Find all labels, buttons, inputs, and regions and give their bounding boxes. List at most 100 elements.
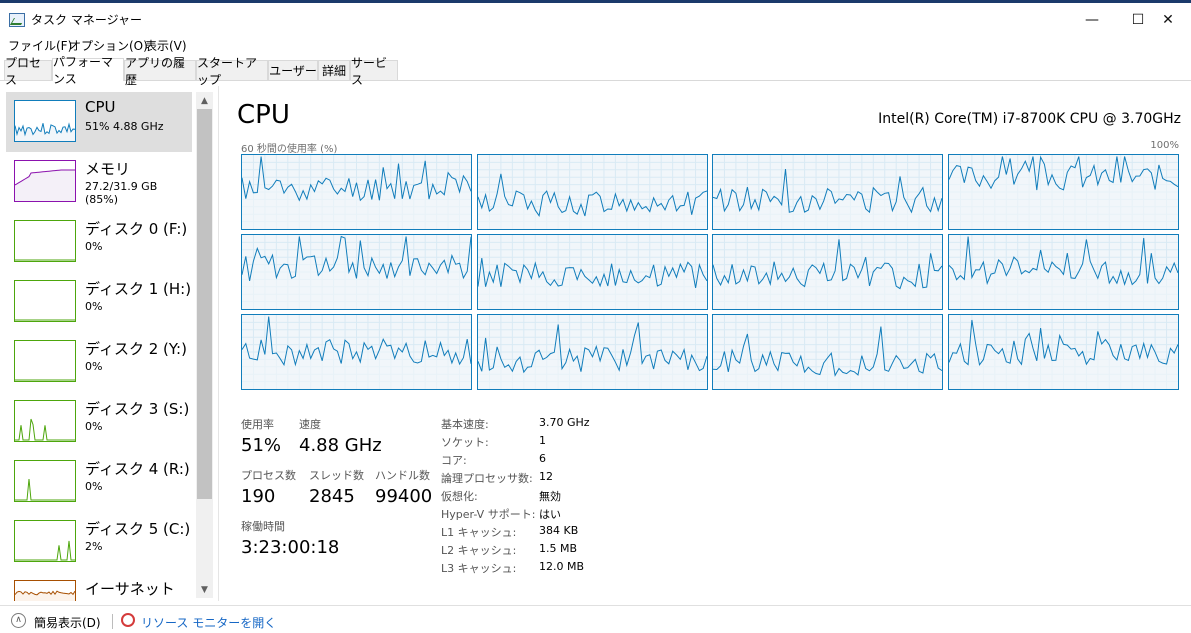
- logical-processor-graph: [241, 234, 472, 310]
- spec-label: 仮想化:: [441, 490, 478, 503]
- resource-monitor-link[interactable]: リソース モニターを開く: [141, 614, 276, 631]
- sidebar-item-disk-empty[interactable]: ディスク 1 (H:) 0%: [6, 272, 192, 332]
- spec-value: はい: [539, 508, 561, 521]
- sidebar-thumbnail-graph: [14, 460, 76, 502]
- logical-processor-graphs: [241, 154, 1181, 391]
- fewer-details-button[interactable]: 簡易表示(D): [34, 614, 101, 631]
- cpu-model: Intel(R) Core(TM) i7-8700K CPU @ 3.70GHz: [878, 111, 1181, 127]
- sidebar-item-value: 27.2/31.9 GB (85%): [85, 180, 158, 206]
- sidebar-item-label: イーサネット: [85, 580, 175, 598]
- chevron-up-circle-icon[interactable]: ∧: [11, 613, 26, 628]
- sidebar-item-disk-two[interactable]: ディスク 5 (C:) 2%: [6, 512, 192, 572]
- footer: ∧ 簡易表示(D) リソース モニターを開く: [0, 605, 1191, 633]
- spec-label: L2 キャッシュ:: [441, 544, 517, 557]
- logical-processor-graph: [947, 314, 1179, 390]
- sidebar-item-value: 0%: [85, 420, 103, 433]
- scroll-up-arrow-icon[interactable]: ▲: [196, 92, 213, 109]
- tab-details[interactable]: 詳細: [318, 60, 350, 80]
- spec-value: 384 KB: [539, 524, 579, 537]
- page-title: CPU: [237, 100, 290, 130]
- sidebar-item-value: 51% 4.88 GHz: [85, 120, 164, 133]
- sidebar-scrollbar[interactable]: ▲ ▼: [196, 92, 213, 598]
- scrollbar-thumb[interactable]: [197, 109, 212, 499]
- tab-startup[interactable]: スタートアップ: [196, 56, 268, 87]
- spec-value: 1.5 MB: [539, 542, 578, 555]
- menu-bar: ファイル(F) オプション(O) 表示(V): [0, 35, 1191, 55]
- spec-label: 論理プロセッサ数:: [441, 472, 533, 485]
- handles-label: ハンドル数: [375, 469, 430, 482]
- sidebar-item-value: 0%: [85, 300, 103, 313]
- sidebar-item-label: ディスク 4 (R:): [85, 460, 190, 478]
- speed-label: 速度: [299, 418, 321, 431]
- handles-value: 99400: [375, 486, 433, 507]
- tab-services[interactable]: サービス: [350, 56, 398, 87]
- task-manager-icon: [9, 13, 25, 27]
- tab-processes[interactable]: プロセス: [4, 56, 52, 87]
- tab-performance[interactable]: パフォーマンス: [52, 55, 124, 86]
- spec-label: L1 キャッシュ:: [441, 526, 517, 539]
- sidebar-item-disk-empty[interactable]: ディスク 0 (F:) 0%: [6, 212, 192, 272]
- menu-view[interactable]: 表示(V): [145, 37, 187, 54]
- usage-value: 51%: [241, 435, 282, 456]
- sidebar-thumbnail-graph: [14, 160, 76, 202]
- threads-value: 2845: [309, 486, 355, 507]
- scroll-down-arrow-icon[interactable]: ▼: [196, 581, 213, 598]
- spec-value: 3.70 GHz: [539, 416, 590, 429]
- sidebar-item-label: ディスク 0 (F:): [85, 220, 188, 238]
- window-title: タスク マネージャー: [31, 13, 142, 27]
- usage-label: 使用率: [241, 418, 274, 431]
- sidebar-thumbnail-graph: [14, 340, 76, 382]
- logical-processor-graph: [241, 314, 472, 390]
- speed-value: 4.88 GHz: [299, 435, 382, 456]
- tab-bar: プロセス パフォーマンス アプリの履歴 スタートアップ ユーザー 詳細 サービス: [0, 55, 1191, 87]
- sidebar-item-value: 0%: [85, 240, 103, 253]
- title-bar: タスク マネージャー — ☐ ✕: [0, 0, 1191, 38]
- logical-processor-graph: [947, 154, 1179, 230]
- processes-value: 190: [241, 486, 276, 507]
- logical-processor-graph: [712, 154, 943, 230]
- sidebar-thumbnail-graph: [14, 400, 76, 442]
- tab-users[interactable]: ユーザー: [268, 60, 318, 80]
- sidebar-item-label: ディスク 1 (H:): [85, 280, 192, 298]
- logical-processor-graph: [476, 154, 708, 230]
- sidebar-item-label: CPU: [85, 98, 116, 116]
- sidebar-item-ethernet[interactable]: イーサネット: [6, 572, 192, 601]
- minimize-button[interactable]: —: [1069, 3, 1115, 37]
- spec-label: Hyper-V サポート:: [441, 508, 536, 521]
- logical-processor-graph: [712, 234, 943, 310]
- spec-value: 1: [539, 434, 546, 447]
- threads-label: スレッド数: [309, 469, 364, 482]
- sidebar-item-disk-empty[interactable]: ディスク 2 (Y:) 0%: [6, 332, 192, 392]
- sidebar-item-label: メモリ: [85, 160, 131, 178]
- logical-processor-graph: [476, 234, 708, 310]
- uptime-label: 稼働時間: [241, 520, 285, 533]
- spec-label: L3 キャッシュ:: [441, 562, 517, 575]
- footer-divider: [112, 614, 113, 629]
- sidebar-item-label: ディスク 5 (C:): [85, 520, 191, 538]
- cpu-panel: CPU Intel(R) Core(TM) i7-8700K CPU @ 3.7…: [218, 86, 1191, 601]
- logical-processor-graph: [241, 154, 472, 230]
- spec-value: 12.0 MB: [539, 560, 585, 573]
- sidebar-item-disk-one[interactable]: ディスク 4 (R:) 0%: [6, 452, 192, 512]
- sidebar-item-disk-spikes[interactable]: ディスク 3 (S:) 0%: [6, 392, 192, 452]
- sidebar-item-value: 0%: [85, 360, 103, 373]
- sidebar-item-memory[interactable]: メモリ 27.2/31.9 GB (85%): [6, 152, 192, 212]
- sidebar-thumbnail-graph: [14, 280, 76, 322]
- tab-app-history[interactable]: アプリの履歴: [124, 56, 196, 87]
- menu-file[interactable]: ファイル(F): [8, 37, 72, 54]
- logical-processor-graph: [712, 314, 943, 390]
- sidebar-item-cpu[interactable]: CPU 51% 4.88 GHz: [6, 92, 192, 152]
- spec-label: 基本速度:: [441, 418, 489, 431]
- sidebar-item-label: ディスク 3 (S:): [85, 400, 190, 418]
- resource-sidebar: CPU 51% 4.88 GHz メモリ 27.2/31.9 GB (85%) ディスク…: [0, 86, 213, 601]
- sidebar-item-value: 0%: [85, 480, 103, 493]
- logical-processor-graph: [476, 314, 708, 390]
- sidebar-thumbnail-graph: [14, 580, 76, 601]
- menu-options[interactable]: オプション(O): [69, 37, 148, 54]
- spec-label: コア:: [441, 454, 467, 467]
- sidebar-item-label: ディスク 2 (Y:): [85, 340, 187, 358]
- close-button[interactable]: ✕: [1145, 3, 1191, 37]
- sidebar-thumbnail-graph: [14, 520, 76, 562]
- sidebar-thumbnail-graph: [14, 100, 76, 142]
- graph-caption: 60 秒間の使用率 (%): [241, 144, 338, 155]
